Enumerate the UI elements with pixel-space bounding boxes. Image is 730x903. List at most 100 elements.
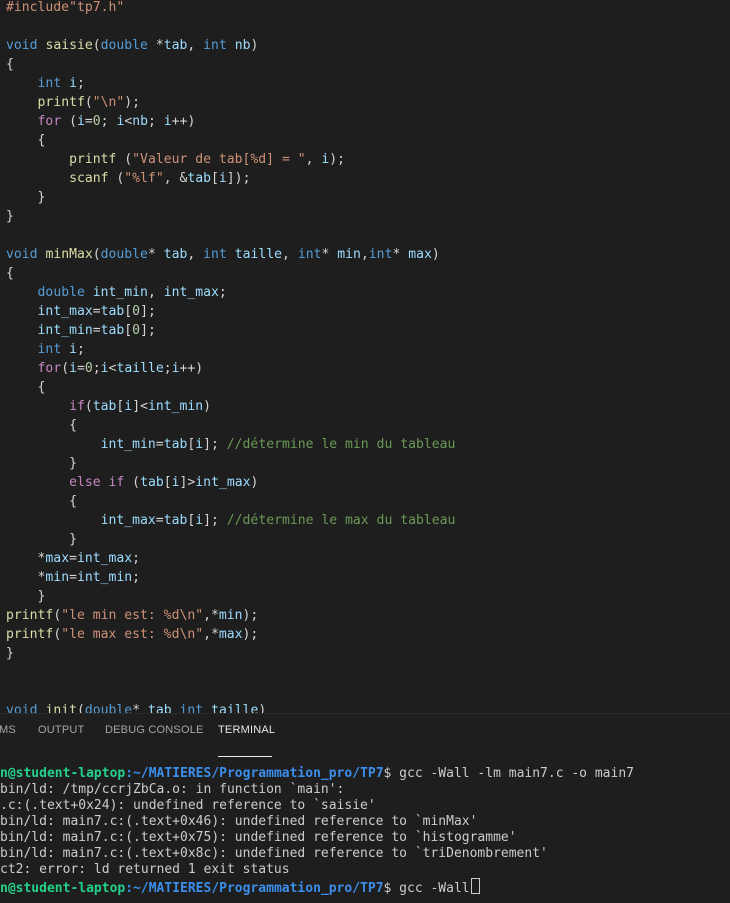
code-token: { (69, 494, 77, 509)
code-token: * (147, 38, 164, 53)
code-line: double int_min, int_max; (6, 283, 227, 302)
code-token: int (37, 342, 62, 357)
code-token: tab (163, 38, 188, 53)
tab-output[interactable]: OUTPUT (38, 724, 84, 736)
code-token: "le max est: %d\n" (61, 627, 204, 642)
code-token: void (6, 703, 38, 713)
code-line: { (6, 416, 77, 435)
code-token: double (37, 285, 85, 300)
code-editor[interactable]: #include"tp7.h" void saisie(double *tab, … (0, 0, 730, 713)
code-token: 0 (132, 304, 141, 319)
code-token: ( (84, 399, 93, 414)
code-token: ( (108, 171, 125, 186)
code-token: int_max (195, 475, 251, 490)
code-line: int i; (6, 74, 85, 93)
code-token: if (108, 475, 125, 490)
code-token: ) (250, 38, 259, 53)
code-token: * (321, 247, 338, 262)
code-token: * (132, 703, 148, 713)
code-token: "le min est: %d\n" (61, 608, 204, 623)
code-line: for(i=0;i<taille;i++) (6, 359, 204, 378)
code-token: } (6, 646, 14, 661)
code-token: ; (92, 361, 101, 376)
code-token: min (218, 608, 243, 623)
code-token: int (37, 76, 62, 91)
code-token: i (195, 437, 204, 452)
terminal-prompt-line: n@student-laptop:~/MATIERES/Programmatio… (0, 878, 480, 896)
code-token: [ (163, 475, 172, 490)
tab-terminal[interactable]: TERMINAL (218, 724, 275, 736)
code-line: *max=int_max; (6, 549, 141, 568)
terminal-cursor (470, 878, 480, 894)
code-token: ) (258, 703, 267, 713)
code-token: i (163, 114, 172, 129)
code-token: ]; (140, 304, 156, 319)
terminal-prompt-line: n@student-laptop:~/MATIERES/Programmatio… (0, 766, 634, 782)
code-token: //détermine le max du tableau (226, 513, 456, 528)
code-token: ( (76, 703, 85, 713)
code-token: [ (124, 323, 133, 338)
code-token: , (305, 152, 322, 167)
code-token: ; (218, 285, 227, 300)
code-token: else (69, 475, 101, 490)
code-token: taille (211, 703, 259, 713)
tab-debug-console[interactable]: DEBUG CONSOLE (105, 724, 204, 736)
code-token: ( (116, 152, 133, 167)
code-token: = (69, 570, 77, 585)
code-token: { (37, 380, 46, 395)
code-token: //détermine le min du tableau (226, 437, 456, 452)
code-token: double (100, 38, 148, 53)
code-token: ; (148, 114, 164, 129)
code-line: printf("le max est: %d\n",*max); (6, 625, 258, 644)
code-token: ; (76, 76, 85, 91)
code-token: [ (124, 304, 133, 319)
code-token: * (147, 247, 164, 262)
code-token: ]; (203, 437, 227, 452)
code-token: int (368, 247, 393, 262)
code-token: * (6, 570, 46, 585)
code-line: int_max=tab[0]; (6, 302, 156, 321)
code-token: ); (242, 627, 259, 642)
code-token: if (69, 399, 85, 414)
code-token: "%lf" (124, 171, 164, 186)
terminal-output-line: bin/ld: /tmp/ccrjZbCa.o: in function `ma… (0, 782, 345, 797)
code-token: int (179, 703, 204, 713)
code-token: taille (234, 247, 283, 262)
code-token: for (37, 114, 62, 129)
code-token: ); (242, 608, 259, 623)
code-token: i (124, 399, 133, 414)
terminal-input[interactable]: $ gcc -Wall (384, 881, 470, 896)
code-token: tab (92, 399, 117, 414)
code-token: ); (124, 95, 141, 110)
code-token: int_min (37, 323, 93, 338)
code-token: = (92, 304, 101, 319)
code-token: double (100, 247, 148, 262)
code-token: i (100, 361, 109, 376)
code-token: ]); (226, 171, 251, 186)
code-line: printf("le min est: %d\n",*min); (6, 606, 258, 625)
active-tab-indicator (218, 756, 272, 757)
code-token: , (147, 285, 164, 300)
code-line: } (6, 454, 77, 473)
code-line: printf("\n"); (6, 93, 141, 112)
code-token: 0 (84, 361, 93, 376)
tab-problems[interactable]: MS (0, 724, 16, 736)
code-token: max (45, 551, 70, 566)
code-token: = (92, 323, 101, 338)
code-token: ) (431, 247, 440, 262)
code-token: int_min (92, 285, 148, 300)
code-token: tab (163, 437, 188, 452)
code-token: { (69, 418, 77, 433)
